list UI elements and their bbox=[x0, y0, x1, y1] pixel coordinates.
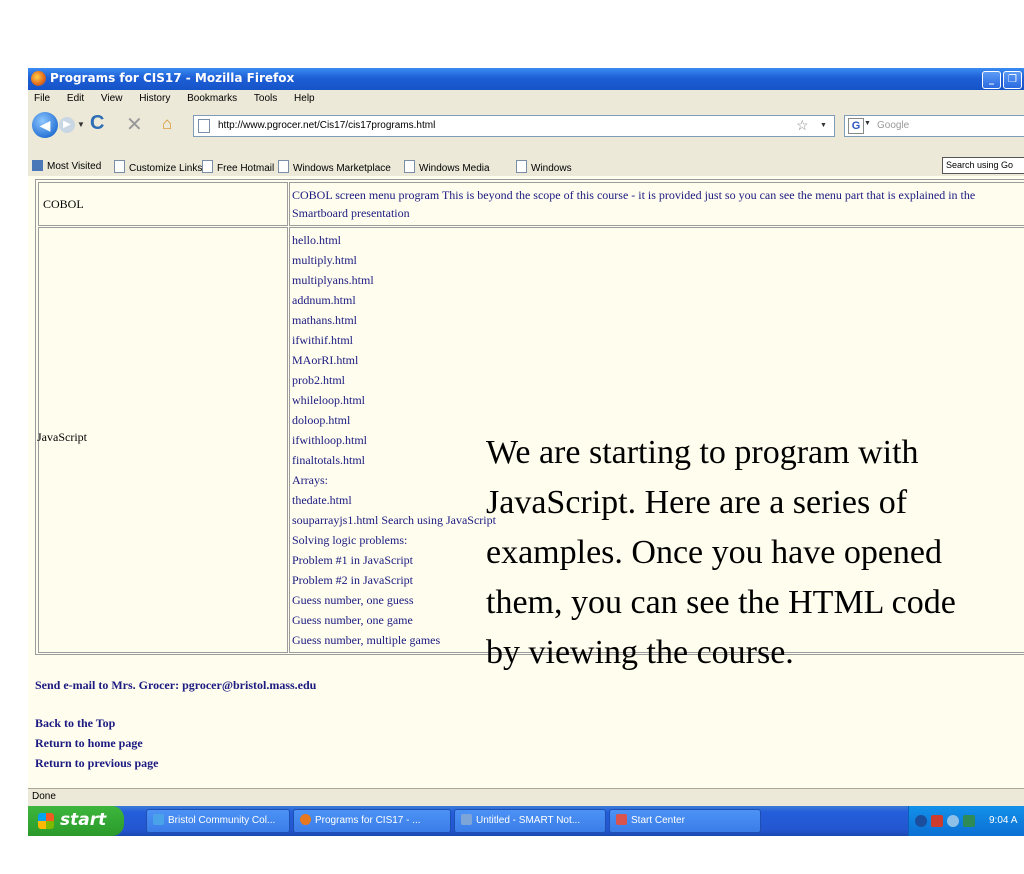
file-link[interactable]: prob2.html bbox=[292, 370, 496, 390]
windows-taskbar: start Bristol Community Col... Programs … bbox=[28, 806, 1024, 836]
title-bar: Programs for CIS17 - Mozilla Firefox _ ❐ bbox=[28, 68, 1024, 90]
windows-flag-icon bbox=[38, 813, 54, 829]
history-dropdown-icon[interactable]: ▼ bbox=[77, 120, 85, 129]
menu-tools[interactable]: Tools bbox=[254, 90, 277, 108]
file-link[interactable]: multiplyans.html bbox=[292, 270, 496, 290]
navigation-toolbar: ◀ ▶ ▼ C ✕ ⌂ http://www.pgrocer.net/Cis17… bbox=[28, 108, 1024, 142]
file-link[interactable]: finaltotals.html bbox=[292, 450, 496, 470]
taskbar-item-smart-notebook[interactable]: Untitled - SMART Not... bbox=[454, 809, 606, 833]
file-link[interactable]: whileloop.html bbox=[292, 390, 496, 410]
search-bar[interactable]: G ▼ Google bbox=[844, 115, 1024, 137]
menu-edit[interactable]: Edit bbox=[67, 90, 84, 108]
slide-overlay-text: We are starting to program with JavaScri… bbox=[486, 434, 956, 671]
bookmark-windows[interactable]: Windows bbox=[516, 160, 572, 174]
tray-arrow-icon[interactable] bbox=[915, 815, 927, 827]
file-link[interactable]: thedate.html bbox=[292, 490, 496, 510]
taskbar-item-firefox[interactable]: Programs for CIS17 - ... bbox=[293, 809, 451, 833]
page-icon bbox=[114, 160, 125, 173]
file-link[interactable]: ifwithif.html bbox=[292, 330, 496, 350]
file-link[interactable]: multiply.html bbox=[292, 250, 496, 270]
menu-help[interactable]: Help bbox=[294, 90, 315, 108]
search-engine-dropdown-icon[interactable]: ▼ bbox=[864, 120, 871, 127]
start-center-icon bbox=[616, 814, 627, 825]
bookmarks-search-button[interactable]: Search using Go bbox=[942, 157, 1024, 174]
status-text: Done bbox=[32, 791, 56, 802]
window-title: Programs for CIS17 - Mozilla Firefox bbox=[50, 71, 295, 85]
back-to-top-link[interactable]: Back to the Top bbox=[35, 716, 115, 731]
forward-button[interactable]: ▶ bbox=[59, 117, 75, 133]
start-button[interactable]: start bbox=[28, 806, 124, 836]
home-icon[interactable]: ⌂ bbox=[162, 114, 172, 134]
page-icon bbox=[198, 119, 210, 133]
back-button[interactable]: ◀ bbox=[32, 112, 58, 138]
smart-notebook-icon bbox=[461, 814, 472, 825]
file-link[interactable]: ifwithloop.html bbox=[292, 430, 496, 450]
file-link[interactable]: Problem #1 in JavaScript bbox=[292, 550, 496, 570]
section-label: Arrays: bbox=[292, 473, 328, 487]
section-label: Solving logic problems: bbox=[292, 533, 408, 547]
previous-page-link[interactable]: Return to previous page bbox=[35, 756, 158, 771]
bookmark-free-hotmail[interactable]: Free Hotmail bbox=[202, 160, 274, 174]
page-icon bbox=[202, 160, 213, 173]
screen: { "window": { "title": "Programs for CIS… bbox=[0, 0, 1024, 874]
bookmark-most-visited[interactable]: Most Visited bbox=[32, 160, 101, 172]
menu-history[interactable]: History bbox=[139, 90, 170, 108]
url-bar[interactable]: http://www.pgrocer.net/Cis17/cis17progra… bbox=[193, 115, 835, 137]
page-icon bbox=[404, 160, 415, 173]
bookmark-windows-marketplace[interactable]: Windows Marketplace bbox=[278, 160, 391, 174]
file-link[interactable]: souparrayjs1.html Search using JavaScrip… bbox=[292, 510, 496, 530]
bookmarks-toolbar: Most Visited Customize Links Free Hotmai… bbox=[28, 156, 1024, 176]
minimize-button[interactable]: _ bbox=[982, 71, 1001, 89]
file-link[interactable]: doloop.html bbox=[292, 410, 496, 430]
file-link[interactable]: addnum.html bbox=[292, 290, 496, 310]
cobol-description-link[interactable]: COBOL screen menu program This is beyond… bbox=[292, 186, 1022, 222]
most-visited-icon bbox=[32, 160, 43, 171]
url-text: http://www.pgrocer.net/Cis17/cis17progra… bbox=[218, 120, 436, 131]
table-cell: JavaScript bbox=[37, 227, 288, 653]
file-link[interactable]: mathans.html bbox=[292, 310, 496, 330]
reload-icon[interactable]: C bbox=[90, 112, 104, 135]
file-link[interactable]: Guess number, one game bbox=[292, 610, 496, 630]
page-content: COBOL COBOL screen menu program This is … bbox=[28, 176, 1024, 788]
bookmark-windows-media[interactable]: Windows Media bbox=[404, 160, 490, 174]
tray-network-icon[interactable] bbox=[947, 815, 959, 827]
file-link[interactable]: Problem #2 in JavaScript bbox=[292, 570, 496, 590]
maximize-button[interactable]: ❐ bbox=[1003, 71, 1022, 89]
tray-v-icon[interactable] bbox=[963, 815, 975, 827]
taskbar-item-bristol[interactable]: Bristol Community Col... bbox=[146, 809, 290, 833]
browser-window: Programs for CIS17 - Mozilla Firefox _ ❐… bbox=[28, 68, 1024, 836]
home-page-link[interactable]: Return to home page bbox=[35, 736, 143, 751]
menu-view[interactable]: View bbox=[101, 90, 123, 108]
language-label-javascript: JavaScript bbox=[37, 430, 87, 444]
status-bar: Done bbox=[28, 788, 1024, 805]
tray-app-icon[interactable] bbox=[931, 815, 943, 827]
bookmark-star-icon[interactable]: ☆ bbox=[796, 117, 809, 134]
bookmark-customize-links[interactable]: Customize Links bbox=[114, 160, 202, 174]
ie-icon bbox=[153, 814, 164, 825]
firefox-icon bbox=[300, 814, 311, 825]
firefox-icon bbox=[31, 71, 46, 86]
menu-bar: File Edit View History Bookmarks Tools H… bbox=[28, 90, 1024, 108]
search-placeholder: Google bbox=[877, 120, 910, 131]
clock: 9:04 A bbox=[989, 815, 1018, 826]
system-tray: 9:04 A bbox=[908, 806, 1024, 836]
start-label: start bbox=[60, 810, 107, 830]
taskbar-item-start-center[interactable]: Start Center bbox=[609, 809, 761, 833]
stop-icon[interactable]: ✕ bbox=[126, 112, 143, 137]
table-cell: COBOL screen menu program This is beyond… bbox=[289, 182, 1024, 226]
javascript-file-list: hello.html multiply.html multiplyans.htm… bbox=[292, 230, 496, 650]
file-link[interactable]: hello.html bbox=[292, 230, 496, 250]
url-dropdown-icon[interactable]: ▼ bbox=[820, 122, 827, 129]
page-icon bbox=[278, 160, 289, 173]
email-link[interactable]: Send e-mail to Mrs. Grocer: pgrocer@bris… bbox=[35, 678, 316, 693]
menu-file[interactable]: File bbox=[34, 90, 50, 108]
file-link[interactable]: Guess number, one guess bbox=[292, 590, 496, 610]
google-icon: G bbox=[848, 118, 864, 134]
table-cell: COBOL bbox=[38, 182, 288, 226]
language-label-cobol: COBOL bbox=[43, 197, 84, 211]
file-link[interactable]: Guess number, multiple games bbox=[292, 630, 496, 650]
menu-bookmarks[interactable]: Bookmarks bbox=[187, 90, 237, 108]
file-link[interactable]: MAorRI.html bbox=[292, 350, 496, 370]
page-icon bbox=[516, 160, 527, 173]
